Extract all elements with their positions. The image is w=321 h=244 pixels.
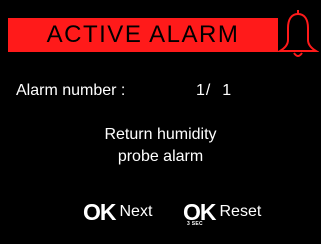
alarm-message: Return humidity probe alarm <box>0 124 321 168</box>
ok-key-icon: OK <box>83 199 116 225</box>
alarm-number-label: Alarm number : <box>16 82 126 99</box>
next-button-label: Next <box>119 203 153 220</box>
ok-key-hold-icon: OK 3 SEC <box>183 200 216 227</box>
header-title: ACTIVE ALARM <box>46 21 240 48</box>
next-button[interactable]: OK Next <box>83 200 152 230</box>
alarm-message-line-1: Return humidity <box>104 126 217 143</box>
reset-button[interactable]: OK 3 SEC Reset <box>183 200 261 230</box>
hold-duration-label: 3 SEC <box>187 221 203 227</box>
bell-icon <box>277 10 319 57</box>
alarm-number-row: Alarm number : 1/ 1 <box>16 81 306 101</box>
alarm-message-line-2: probe alarm <box>117 148 204 165</box>
reset-button-label: Reset <box>219 203 262 220</box>
alarm-number-value: 1/ 1 <box>196 82 233 99</box>
header-bar: ACTIVE ALARM <box>6 16 280 54</box>
